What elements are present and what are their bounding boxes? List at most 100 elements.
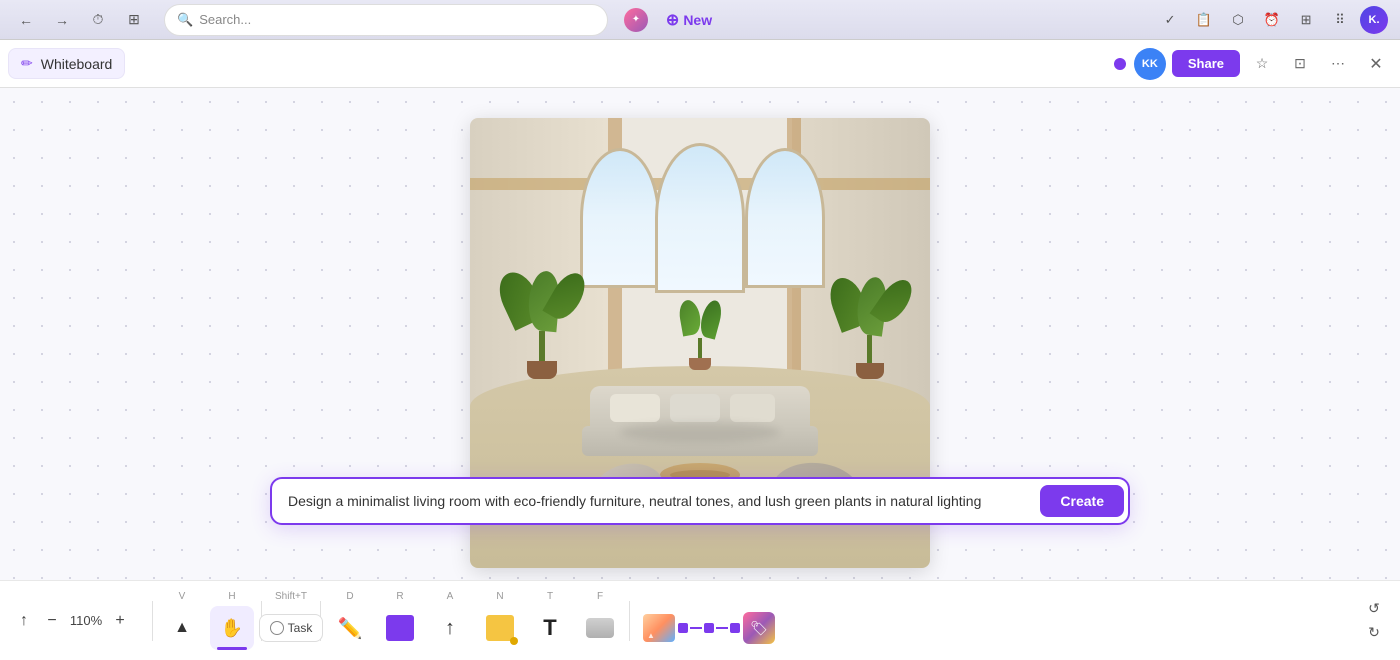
scroll-top-button[interactable]: ↑ bbox=[12, 609, 36, 633]
tool-key-sticker bbox=[758, 591, 761, 602]
tool-group-text: T T bbox=[525, 591, 575, 650]
clipboard-icon: 📋 bbox=[1196, 12, 1212, 28]
redo-button[interactable]: ↻ bbox=[1360, 622, 1388, 644]
extensions-button[interactable]: ⊞ bbox=[1292, 6, 1320, 34]
clipboard-button[interactable]: 📋 bbox=[1190, 6, 1218, 34]
history-button[interactable]: ⏱ bbox=[84, 6, 112, 34]
history-icon: ⏱ bbox=[93, 11, 104, 28]
zoom-out-button[interactable]: − bbox=[40, 609, 64, 633]
plant-right bbox=[832, 277, 907, 379]
shape-rect-icon bbox=[386, 615, 414, 641]
sofa bbox=[590, 386, 810, 456]
star-button[interactable]: ☆ bbox=[1246, 48, 1278, 80]
image-tool[interactable] bbox=[637, 606, 681, 650]
flow-tool[interactable] bbox=[687, 606, 731, 650]
task-tool-display: Task bbox=[259, 614, 324, 642]
extensions-icon: ⊞ bbox=[1301, 12, 1312, 28]
whiteboard-canvas[interactable]: Design a minimalist living room with eco… bbox=[0, 88, 1400, 580]
cursor-icon: ▲ bbox=[174, 619, 190, 637]
toolbar-scroll: V ▲ H ✋ Shift+T Task bbox=[157, 591, 1352, 650]
check-button[interactable]: ✓ bbox=[1156, 6, 1184, 34]
zoom-level: 110% bbox=[68, 613, 104, 628]
flow-line-2 bbox=[716, 627, 728, 629]
tool-group-flow bbox=[684, 591, 734, 650]
tool-key-image bbox=[658, 591, 661, 602]
back-button[interactable]: ← bbox=[12, 6, 40, 34]
alarm-button[interactable]: ⏰ bbox=[1258, 6, 1286, 34]
zoom-in-button[interactable]: + bbox=[108, 609, 132, 633]
undo-redo-controls: ↺ ↻ bbox=[1360, 598, 1388, 644]
whiteboard-tab-icon: ✏ bbox=[21, 55, 33, 72]
new-button[interactable]: ⊕ New bbox=[656, 6, 722, 34]
arrow-tool[interactable]: ↑ bbox=[428, 606, 472, 650]
arrow-up-icon: ↑ bbox=[445, 617, 455, 640]
grid-icon: ⠿ bbox=[1335, 12, 1345, 28]
sticker-tool[interactable]: 🏷 bbox=[737, 606, 781, 650]
pencil-icon: ✏️ bbox=[338, 616, 363, 641]
profile-avatar[interactable]: K. bbox=[1360, 6, 1388, 34]
tool-key-flow bbox=[708, 591, 711, 602]
text-tool[interactable]: T bbox=[528, 606, 572, 650]
tool-key-d: D bbox=[346, 591, 353, 602]
toolbar-separator-1 bbox=[152, 601, 153, 641]
tool-group-arrow: A ↑ bbox=[425, 591, 475, 650]
prompt-text[interactable]: Design a minimalist living room with eco… bbox=[288, 493, 1040, 509]
grid-button[interactable]: ⠿ bbox=[1326, 6, 1354, 34]
frame-icon bbox=[586, 618, 614, 638]
scroll-top-icon: ↑ bbox=[20, 612, 28, 630]
tool-group-frame: F bbox=[575, 591, 625, 650]
check-icon: ✓ bbox=[1165, 12, 1176, 28]
share-button[interactable]: Share bbox=[1172, 50, 1240, 77]
frame-tool[interactable] bbox=[578, 606, 622, 650]
tool-group-task: Shift+T Task bbox=[266, 591, 316, 650]
create-button[interactable]: Create bbox=[1040, 485, 1124, 517]
new-plus-icon: ⊕ bbox=[666, 10, 679, 30]
tab-bar: ✏ Whiteboard KK Share ☆ ⊡ ⋯ ✕ bbox=[0, 40, 1400, 88]
cast-button[interactable]: ⬡ bbox=[1224, 6, 1252, 34]
hand-tool[interactable]: ✋ bbox=[210, 606, 254, 650]
logo-symbol: ✦ bbox=[632, 14, 640, 25]
text-T-icon: T bbox=[543, 615, 556, 641]
shadow bbox=[620, 422, 780, 442]
image-tool-icon bbox=[643, 614, 675, 642]
tool-group-hand: H ✋ bbox=[207, 591, 257, 650]
pip-icon: ⊡ bbox=[1294, 55, 1306, 72]
tool-group-note: N bbox=[475, 591, 525, 650]
active-indicator bbox=[217, 647, 247, 650]
tab-actions: KK Share ☆ ⊡ ⋯ ✕ bbox=[1114, 48, 1392, 80]
search-bar[interactable]: 🔍 Search... bbox=[164, 4, 608, 36]
toolbar-separator-4 bbox=[629, 601, 630, 641]
forward-icon: → bbox=[55, 12, 69, 28]
more-button[interactable]: ⋯ bbox=[1322, 48, 1354, 80]
task-label: Task bbox=[288, 621, 313, 635]
tool-group-draw: D ✏️ bbox=[325, 591, 375, 650]
sticker-tool-icon: 🏷 bbox=[743, 612, 775, 644]
hand-icon: ✋ bbox=[221, 618, 243, 639]
chrome-actions: ✓ 📋 ⬡ ⏰ ⊞ ⠿ K. bbox=[1156, 6, 1388, 34]
collaborator-avatar-kk[interactable]: KK bbox=[1134, 48, 1166, 80]
prompt-bar: Design a minimalist living room with eco… bbox=[270, 477, 1130, 525]
tool-key-v: V bbox=[179, 591, 186, 602]
tab-overview-button[interactable]: ⊞ bbox=[120, 6, 148, 34]
search-input-display: Search... bbox=[199, 12, 595, 27]
note-tool[interactable] bbox=[478, 606, 522, 650]
tool-key-t: T bbox=[547, 591, 553, 602]
task-tool-btn[interactable]: Task bbox=[269, 606, 313, 650]
select-tool[interactable]: ▲ bbox=[160, 606, 204, 650]
undo-button[interactable]: ↺ bbox=[1360, 598, 1388, 620]
draw-tool[interactable]: ✏️ bbox=[328, 606, 372, 650]
search-icon: 🔍 bbox=[177, 12, 193, 28]
shape-tool[interactable] bbox=[378, 606, 422, 650]
bottom-toolbar: ↑ − 110% + V ▲ H ✋ Shift+T bbox=[0, 580, 1400, 660]
logo-icon[interactable]: ✦ bbox=[624, 8, 648, 32]
close-tab-button[interactable]: ✕ bbox=[1360, 48, 1392, 80]
purple-presence-dot bbox=[1114, 58, 1126, 70]
pip-button[interactable]: ⊡ bbox=[1284, 48, 1316, 80]
tool-key-h: H bbox=[228, 591, 235, 602]
collaborator-kk-label: KK bbox=[1142, 58, 1158, 70]
close-icon: ✕ bbox=[1369, 54, 1382, 74]
browser-chrome: ← → ⏱ ⊞ 🔍 Search... ✦ ⊕ New ✓ 📋 ⬡ ⏰ ⊞ bbox=[0, 0, 1400, 40]
whiteboard-tab[interactable]: ✏ Whiteboard bbox=[8, 48, 125, 79]
forward-button[interactable]: → bbox=[48, 6, 76, 34]
tool-group-sticker: 🏷 bbox=[734, 591, 784, 650]
